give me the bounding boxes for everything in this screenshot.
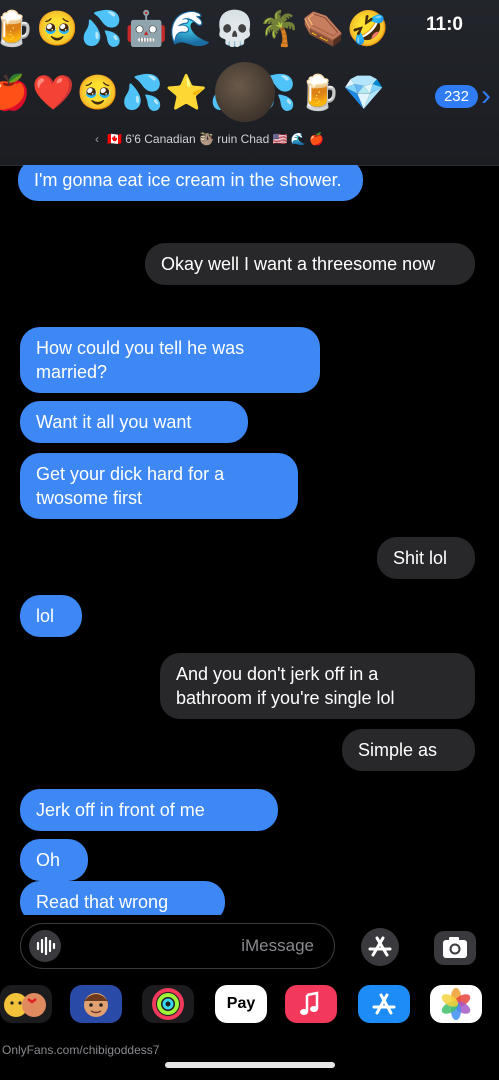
message-bubble-received[interactable]: I'm gonna eat ice cream in the shower. — [18, 165, 363, 201]
chevron-left-icon: › — [481, 79, 491, 112]
imessage-input[interactable]: iMessage — [20, 923, 335, 969]
emoji: 🤣 — [346, 9, 390, 49]
emoji: 🌊 — [169, 9, 212, 49]
contact-emoji-row-1: 🍺🥹💦🤖🌊💀🌴⚰️🤣 — [0, 4, 491, 54]
activity-rings-icon[interactable] — [142, 985, 194, 1023]
app-store-icon[interactable] — [358, 985, 410, 1023]
emoji: 💀 — [213, 9, 257, 49]
input-placeholder: iMessage — [241, 936, 314, 955]
message-bubble-received[interactable]: How could you tell he was married? — [20, 327, 320, 393]
unread-count-badge: 232 — [434, 84, 478, 108]
contact-avatar[interactable] — [215, 62, 275, 122]
home-indicator[interactable] — [165, 1062, 335, 1068]
status-time: 11:0 — [426, 14, 463, 35]
emoji: ❤️ — [32, 73, 75, 113]
message-bubble-sent[interactable]: Shit lol — [377, 537, 475, 579]
apple-pay-icon[interactable]: Pay — [215, 985, 267, 1023]
message-bubble-received[interactable]: Read that wrong — [20, 881, 225, 915]
waveform-icon[interactable] — [29, 930, 61, 962]
watermark: OnlyFans.com/chibigoddess7 — [2, 1043, 160, 1057]
app-drawer: Pay — [0, 980, 499, 1030]
back-button[interactable]: 232 › — [434, 79, 491, 112]
message-list[interactable]: I'm gonna eat ice cream in the shower. O… — [0, 165, 499, 915]
emoji: 💦 — [121, 73, 164, 113]
message-bubble-sent[interactable]: Okay well I want a threesome now — [145, 243, 475, 285]
emoji: 🥹 — [76, 73, 120, 113]
emoji: 💦 — [80, 9, 124, 49]
message-bubble-received[interactable]: lol — [20, 595, 82, 637]
message-bubble-sent[interactable]: Simple as — [342, 729, 475, 771]
message-bubble-received[interactable]: Oh — [20, 839, 88, 881]
memoji-stickers-icon[interactable] — [0, 985, 52, 1023]
contact-name: 🇨🇦 6'6 Canadian 🦥 ruin Chad 🇺🇸 🌊 🍎 — [107, 132, 325, 146]
message-bubble-sent[interactable]: And you don't jerk off in a bathroom if … — [160, 653, 475, 719]
message-composer: iMessage — [0, 915, 499, 980]
camera-icon[interactable] — [432, 929, 478, 967]
emoji: 💎 — [342, 73, 386, 113]
emoji: 🥹 — [36, 9, 79, 49]
chevron-right-icon: ‹ — [95, 132, 99, 146]
emoji: 🍎 — [0, 68, 30, 118]
emoji: ⚰️ — [302, 9, 345, 49]
emoji: 🍺 — [298, 73, 341, 113]
message-bubble-received[interactable]: Get your dick hard for a twosome first — [20, 453, 298, 519]
emoji: 🤖 — [125, 9, 168, 49]
message-bubble-received[interactable]: Jerk off in front of me — [20, 789, 278, 831]
photos-icon[interactable] — [430, 985, 482, 1023]
emoji: ⭐ — [165, 73, 208, 113]
apple-pay-label: Pay — [226, 995, 256, 1012]
emoji: 🍺 — [0, 4, 34, 54]
app-store-icon[interactable] — [358, 927, 402, 967]
memoji-icon[interactable] — [70, 985, 122, 1023]
music-icon[interactable] — [285, 985, 337, 1023]
conversation-header: 🍺🥹💦🤖🌊💀🌴⚰️🤣 11:0 🍎❤️🥹💦⭐💦💦🍺💎 232 › ‹🇨🇦 6'6… — [0, 0, 499, 166]
message-bubble-received[interactable]: Want it all you want — [20, 401, 248, 443]
contact-name-button[interactable]: ‹ 🇨🇦 6'6 Canadian 🦥 ruin Chad 🇺🇸 🌊 🍎 — [95, 132, 415, 146]
emoji: 🌴 — [258, 9, 301, 49]
